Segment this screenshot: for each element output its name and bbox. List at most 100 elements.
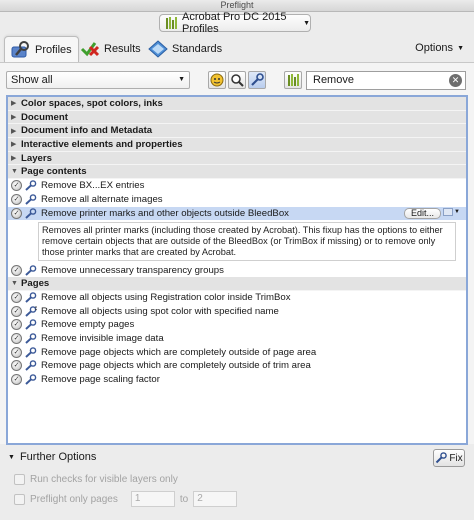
magnifier-check-icon: ✓	[11, 207, 22, 219]
magnifier-check-icon: ✓	[11, 180, 22, 192]
wrench-icon	[11, 40, 31, 59]
list-item-selected[interactable]: ✓ Remove printer marks and other objects…	[8, 206, 466, 221]
list-item[interactable]: ✓ Remove BX...EX entries	[8, 179, 466, 193]
list-item[interactable]: ✓ Remove page objects which are completel…	[8, 359, 466, 373]
preflight-filter-button[interactable]	[284, 71, 302, 89]
further-options-label: Further Options	[19, 451, 97, 463]
category-label: Document info and Metadata	[21, 125, 153, 137]
fixup-label: Remove page scaling factor	[41, 374, 160, 386]
triangle-down-icon: ▼	[11, 279, 18, 287]
page-from-input[interactable]: 1	[130, 491, 175, 507]
wrench-icon	[436, 452, 448, 464]
category-label: Color spaces, spot colors, inks	[21, 97, 163, 109]
chevron-down-icon: ▼	[457, 44, 464, 52]
magnifier-check-icon: ✓	[11, 319, 22, 331]
page-to-input[interactable]: 2	[193, 491, 238, 507]
to-label: to	[179, 493, 189, 505]
select-profiles-button[interactable]	[208, 71, 226, 89]
select-arrows-icon: ▼	[178, 76, 185, 83]
magnifier-check-icon: ✓	[11, 374, 22, 386]
wrench-dots-icon	[25, 305, 37, 317]
show-filter-select[interactable]: Show all ▼	[6, 71, 190, 89]
show-filter-value: Show all	[11, 74, 53, 86]
list-item[interactable]: ✓ Remove page scaling factor	[8, 373, 466, 387]
wrench-icon	[25, 208, 37, 219]
further-options-toggle[interactable]: ▼ Further Options	[8, 451, 96, 463]
edit-button[interactable]: Edit...	[403, 207, 441, 219]
category-page-contents[interactable]: ▼ Page contents	[8, 165, 466, 180]
run-checks-label: Run checks for visible layers only	[30, 474, 178, 485]
category-label: Interactive elements and properties	[21, 138, 183, 150]
preflight-bars-icon	[287, 74, 299, 86]
category-pages[interactable]: ▼ Pages	[8, 276, 466, 291]
fixup-label: Remove BX...EX entries	[41, 180, 145, 192]
select-fixups-button[interactable]	[248, 71, 266, 89]
fixup-label: Remove empty pages	[41, 319, 135, 331]
fixup-label: Remove unnecessary transparency groups	[41, 264, 224, 276]
category-color-spaces[interactable]: ▶ Color spaces, spot colors, inks	[8, 97, 466, 111]
filter-row: Show all ▼ Remove ✕	[0, 71, 474, 91]
category-label: Document	[21, 111, 68, 123]
category-doc-info[interactable]: ▶ Document info and Metadata	[8, 124, 466, 139]
magnifier-icon	[231, 74, 244, 87]
list-item[interactable]: ✓ Remove invisible image data	[8, 332, 466, 346]
clear-search-icon[interactable]: ✕	[449, 74, 462, 87]
magnifier-check-icon: ✓	[11, 194, 22, 206]
category-interactive[interactable]: ▶ Interactive elements and properties	[8, 138, 466, 152]
profile-dropdown-label: Acrobat Pro DC 2015 Profiles	[182, 11, 287, 35]
preflight-pages-label: Preflight only pages	[30, 493, 118, 505]
wrench-icon	[25, 319, 37, 331]
fix-button[interactable]: Fix	[433, 449, 465, 467]
triangle-right-icon: ▶	[11, 155, 17, 163]
profile-dropdown[interactable]: Acrobat Pro DC 2015 Profiles ▼	[159, 11, 311, 35]
fixup-label: Remove all alternate images	[41, 194, 163, 206]
profile-icon	[210, 73, 224, 87]
fixup-label: Remove page objects which are completely…	[41, 360, 311, 372]
list-item[interactable]: ✓ Remove all objects using spot color wit…	[8, 304, 466, 318]
chevron-down-icon: ▼	[454, 208, 460, 215]
fixup-tree: ▶ Color spaces, spot colors, inks ▶ Docume…	[6, 95, 468, 445]
triangle-right-icon: ▶	[11, 127, 17, 135]
wrench-icon	[25, 374, 37, 385]
fixup-label: Remove printer marks and other objects o…	[41, 207, 289, 219]
list-item[interactable]: ✓ Remove unnecessary transparency groups	[8, 263, 466, 277]
tab-bar: Profiles Results Standards Options ▼	[0, 34, 474, 62]
profile-bar: Acrobat Pro DC 2015 Profiles ▼	[0, 11, 474, 35]
fixup-label: Remove all objects using spot color with…	[41, 305, 279, 317]
magnifier-check-icon: ✓	[11, 346, 22, 358]
fixup-description: Removes all printer marks (including tho…	[38, 222, 456, 262]
tab-results[interactable]: Results	[74, 36, 147, 62]
fix-label: Fix	[449, 452, 463, 464]
triangle-down-icon: ▼	[11, 168, 18, 176]
triangle-right-icon: ▶	[11, 100, 17, 108]
wrench-icon	[25, 264, 37, 276]
tab-profiles[interactable]: Profiles	[4, 36, 79, 62]
tab-standards[interactable]: Standards	[142, 36, 228, 62]
options-label: Options	[415, 42, 454, 54]
magnifier-check-icon: ✓	[11, 360, 22, 372]
select-checks-button[interactable]	[228, 71, 246, 89]
profiles-panel: Show all ▼ Remove ✕ ▶ Color spaces, spot…	[0, 62, 474, 445]
category-document[interactable]: ▶ Document	[8, 110, 466, 125]
flag-menu[interactable]: ▼	[443, 207, 460, 216]
category-label: Layers	[21, 152, 52, 164]
tab-standards-label: Standards	[172, 43, 223, 55]
preflight-pages-checkbox[interactable]	[14, 493, 25, 505]
standards-diamond-icon	[148, 40, 168, 58]
flag-icon	[443, 207, 454, 216]
category-layers[interactable]: ▶ Layers	[8, 151, 466, 166]
list-item[interactable]: ✓ Remove page objects which are completel…	[8, 345, 466, 359]
triangle-right-icon: ▶	[11, 114, 17, 122]
wrench-icon	[25, 194, 37, 205]
wrench-icon	[25, 346, 37, 358]
check-x-icon	[80, 40, 100, 58]
run-checks-checkbox[interactable]	[14, 474, 25, 485]
options-menu[interactable]: Options ▼	[415, 42, 464, 54]
list-item[interactable]: ✓ Remove all objects using Registration c…	[8, 291, 466, 305]
list-item[interactable]: ✓ Remove empty pages	[8, 318, 466, 332]
search-input[interactable]: Remove ✕	[306, 71, 466, 90]
magnifier-check-icon: ✓	[11, 305, 22, 317]
magnifier-check-icon: ✓	[11, 332, 22, 344]
category-label: Page contents	[21, 166, 87, 178]
list-item[interactable]: ✓ Remove all alternate images	[8, 193, 466, 207]
